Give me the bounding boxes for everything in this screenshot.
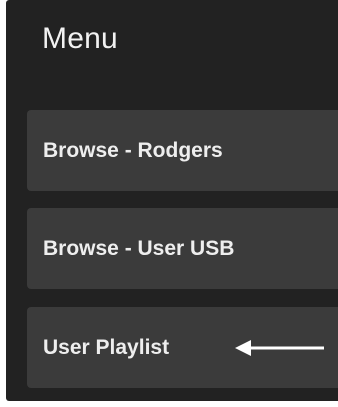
- menu-item-browse-user-usb[interactable]: Browse - User USB: [27, 208, 338, 289]
- menu-title: Menu: [42, 22, 118, 55]
- menu-item-label: User Playlist: [43, 335, 170, 359]
- menu-item-browse-rodgers[interactable]: Browse - Rodgers: [27, 110, 338, 191]
- menu-item-label: Browse - User USB: [43, 236, 235, 260]
- menu-item-user-playlist[interactable]: User Playlist: [27, 307, 338, 388]
- menu-item-label: Browse - Rodgers: [43, 138, 223, 162]
- arrow-left-icon: [235, 307, 325, 388]
